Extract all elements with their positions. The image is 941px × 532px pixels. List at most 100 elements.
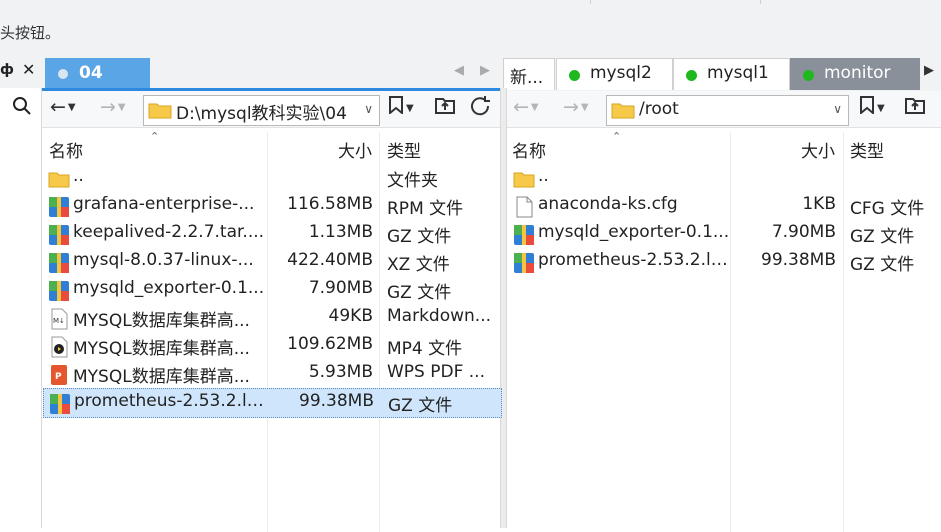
file-row[interactable]: P MYSQL数据库集群高... 5.93MB WPS PDF ...: [43, 360, 500, 388]
top-separator: [590, 0, 591, 4]
column-header-name[interactable]: 名称: [49, 137, 83, 162]
file-row[interactable]: .. 文件夹: [43, 164, 500, 192]
tab-label: monitor: [824, 63, 891, 83]
file-row[interactable]: anaconda-ks.cfg 1KB CFG 文件: [508, 192, 938, 220]
file-size: 7.90MB: [308, 278, 373, 298]
chevron-down-icon: ▼: [530, 102, 539, 113]
arrow-right-icon: →: [563, 96, 579, 118]
column-header-size[interactable]: 大小: [338, 137, 372, 162]
tab-scroll-right-icon[interactable]: ▶: [924, 63, 934, 78]
archive-icon: [49, 253, 69, 273]
tab-scroll-left-icon[interactable]: ◀: [454, 63, 464, 78]
file-name: prometheus-2.53.2.li...: [538, 250, 730, 270]
file-name: MYSQL数据库集群高...: [73, 367, 250, 387]
file-type: GZ 文件: [387, 227, 452, 247]
file-type: WPS PDF ...: [387, 362, 485, 382]
file-row[interactable]: mysqld_exporter-0.1... 7.90MB GZ 文件: [508, 220, 938, 248]
folder-icon: [611, 103, 635, 119]
markdown-icon: M↓: [51, 308, 68, 330]
column-header-type[interactable]: 类型: [850, 137, 884, 162]
file-row[interactable]: prometheus-2.53.2.li... 99.38MB GZ 文件: [43, 388, 502, 418]
file-row[interactable]: ..: [508, 164, 938, 192]
forward-button[interactable]: → ▼: [100, 96, 126, 122]
back-button[interactable]: ← ▼: [50, 96, 76, 122]
file-row[interactable]: MYSQL数据库集群高... 109.62MB MP4 文件: [43, 332, 500, 360]
remote-list-header: ⌃ 名称 大小 类型: [507, 130, 941, 532]
file-size: 49KB: [328, 306, 373, 326]
file-row[interactable]: prometheus-2.53.2.li... 99.38MB GZ 文件: [508, 248, 938, 276]
tab-mysql2[interactable]: mysql2: [556, 58, 673, 90]
tab-label: 04: [79, 63, 103, 83]
bookmark-icon: [860, 96, 874, 116]
back-button[interactable]: ← ▼: [513, 96, 539, 122]
bookmark-button[interactable]: ▼: [388, 96, 414, 122]
pdf-icon: P: [51, 365, 67, 385]
local-path-field[interactable]: D:\mysql教科实验\04 ∨: [143, 95, 380, 126]
file-type: GZ 文件: [387, 283, 452, 303]
tab-new[interactable]: 新...: [503, 58, 555, 90]
tab-mysql1[interactable]: mysql1: [673, 58, 790, 90]
chevron-down-icon: ▼: [117, 102, 126, 113]
forward-button[interactable]: → ▼: [563, 96, 589, 122]
file-row[interactable]: keepalived-2.2.7.tar.... 1.13MB GZ 文件: [43, 220, 500, 248]
parent-folder-button[interactable]: [435, 96, 455, 122]
file-type: GZ 文件: [388, 396, 453, 416]
online-dot-icon: [686, 70, 697, 81]
tab-monitor[interactable]: monitor: [790, 58, 920, 90]
archive-icon: [50, 394, 70, 414]
local-list-header: ⌃ 名称 大小 类型: [42, 130, 500, 532]
path-text: /root: [639, 99, 679, 119]
parent-folder-icon: [905, 98, 925, 114]
arrow-left-icon: ←: [50, 96, 66, 118]
file-size: 7.90MB: [771, 222, 836, 242]
chevron-down-icon[interactable]: ∨: [364, 102, 373, 116]
column-header-size[interactable]: 大小: [801, 137, 835, 162]
file-name: grafana-enterprise-...: [73, 194, 255, 214]
file-name: mysql-8.0.37-linux-...: [73, 250, 254, 270]
column-header-type[interactable]: 类型: [387, 137, 421, 162]
file-size: 1KB: [802, 194, 836, 214]
search-icon[interactable]: [12, 96, 32, 116]
online-dot-icon: [803, 70, 814, 81]
path-text: D:\mysql教科实验\04: [176, 104, 347, 124]
remote-path-field[interactable]: /root ∨: [606, 95, 849, 126]
folder-icon: [513, 172, 535, 188]
refresh-button[interactable]: [470, 96, 492, 122]
file-name: keepalived-2.2.7.tar....: [73, 222, 265, 242]
folder-icon: [48, 172, 70, 188]
file-size: 5.93MB: [308, 362, 373, 382]
file-row[interactable]: mysqld_exporter-0.1... 7.90MB GZ 文件: [43, 276, 500, 304]
column-header-name[interactable]: 名称: [512, 137, 546, 162]
tab-local-04[interactable]: 04: [45, 58, 150, 88]
tab-label: mysql1: [707, 63, 769, 83]
top-hint-text: 头按钮。: [0, 24, 61, 42]
file-row[interactable]: grafana-enterprise-... 116.58MB RPM 文件: [43, 192, 500, 220]
tab-label: mysql2: [590, 63, 652, 83]
file-type: RPM 文件: [387, 199, 464, 219]
chevron-down-icon[interactable]: ∨: [833, 102, 842, 116]
bookmark-button[interactable]: ▼: [859, 96, 885, 122]
remote-tab-bar: 新... mysql2 mysql1 monitor ▶: [501, 56, 941, 91]
file-name: MYSQL数据库集群高...: [73, 339, 250, 359]
parent-folder-button[interactable]: [905, 96, 925, 122]
bookmark-icon: [389, 96, 403, 116]
file-type: GZ 文件: [850, 227, 915, 247]
arrow-right-icon: →: [100, 96, 116, 118]
file-name: mysqld_exporter-0.1...: [538, 222, 730, 242]
pane-splitter[interactable]: [500, 88, 507, 528]
svg-text:M↓: M↓: [53, 317, 65, 325]
archive-icon: [49, 197, 69, 217]
file-size: 116.58MB: [287, 194, 373, 214]
file-icon: [516, 196, 533, 218]
pin-icon[interactable]: ф: [0, 62, 14, 78]
online-dot-icon: [569, 70, 580, 81]
close-icon[interactable]: ✕: [22, 60, 35, 79]
sort-ascending-icon: ⌃: [150, 130, 160, 143]
file-size: 422.40MB: [287, 250, 373, 270]
file-row[interactable]: M↓ MYSQL数据库集群高... 49KB Markdown...: [43, 304, 500, 332]
sort-ascending-icon: ⌃: [612, 130, 622, 143]
local-tab-bar: 04 ◀ ▶: [42, 56, 501, 88]
file-row[interactable]: mysql-8.0.37-linux-... 422.40MB XZ 文件: [43, 248, 500, 276]
file-type: Markdown...: [387, 306, 492, 326]
tab-scroll-right-icon[interactable]: ▶: [480, 63, 490, 78]
